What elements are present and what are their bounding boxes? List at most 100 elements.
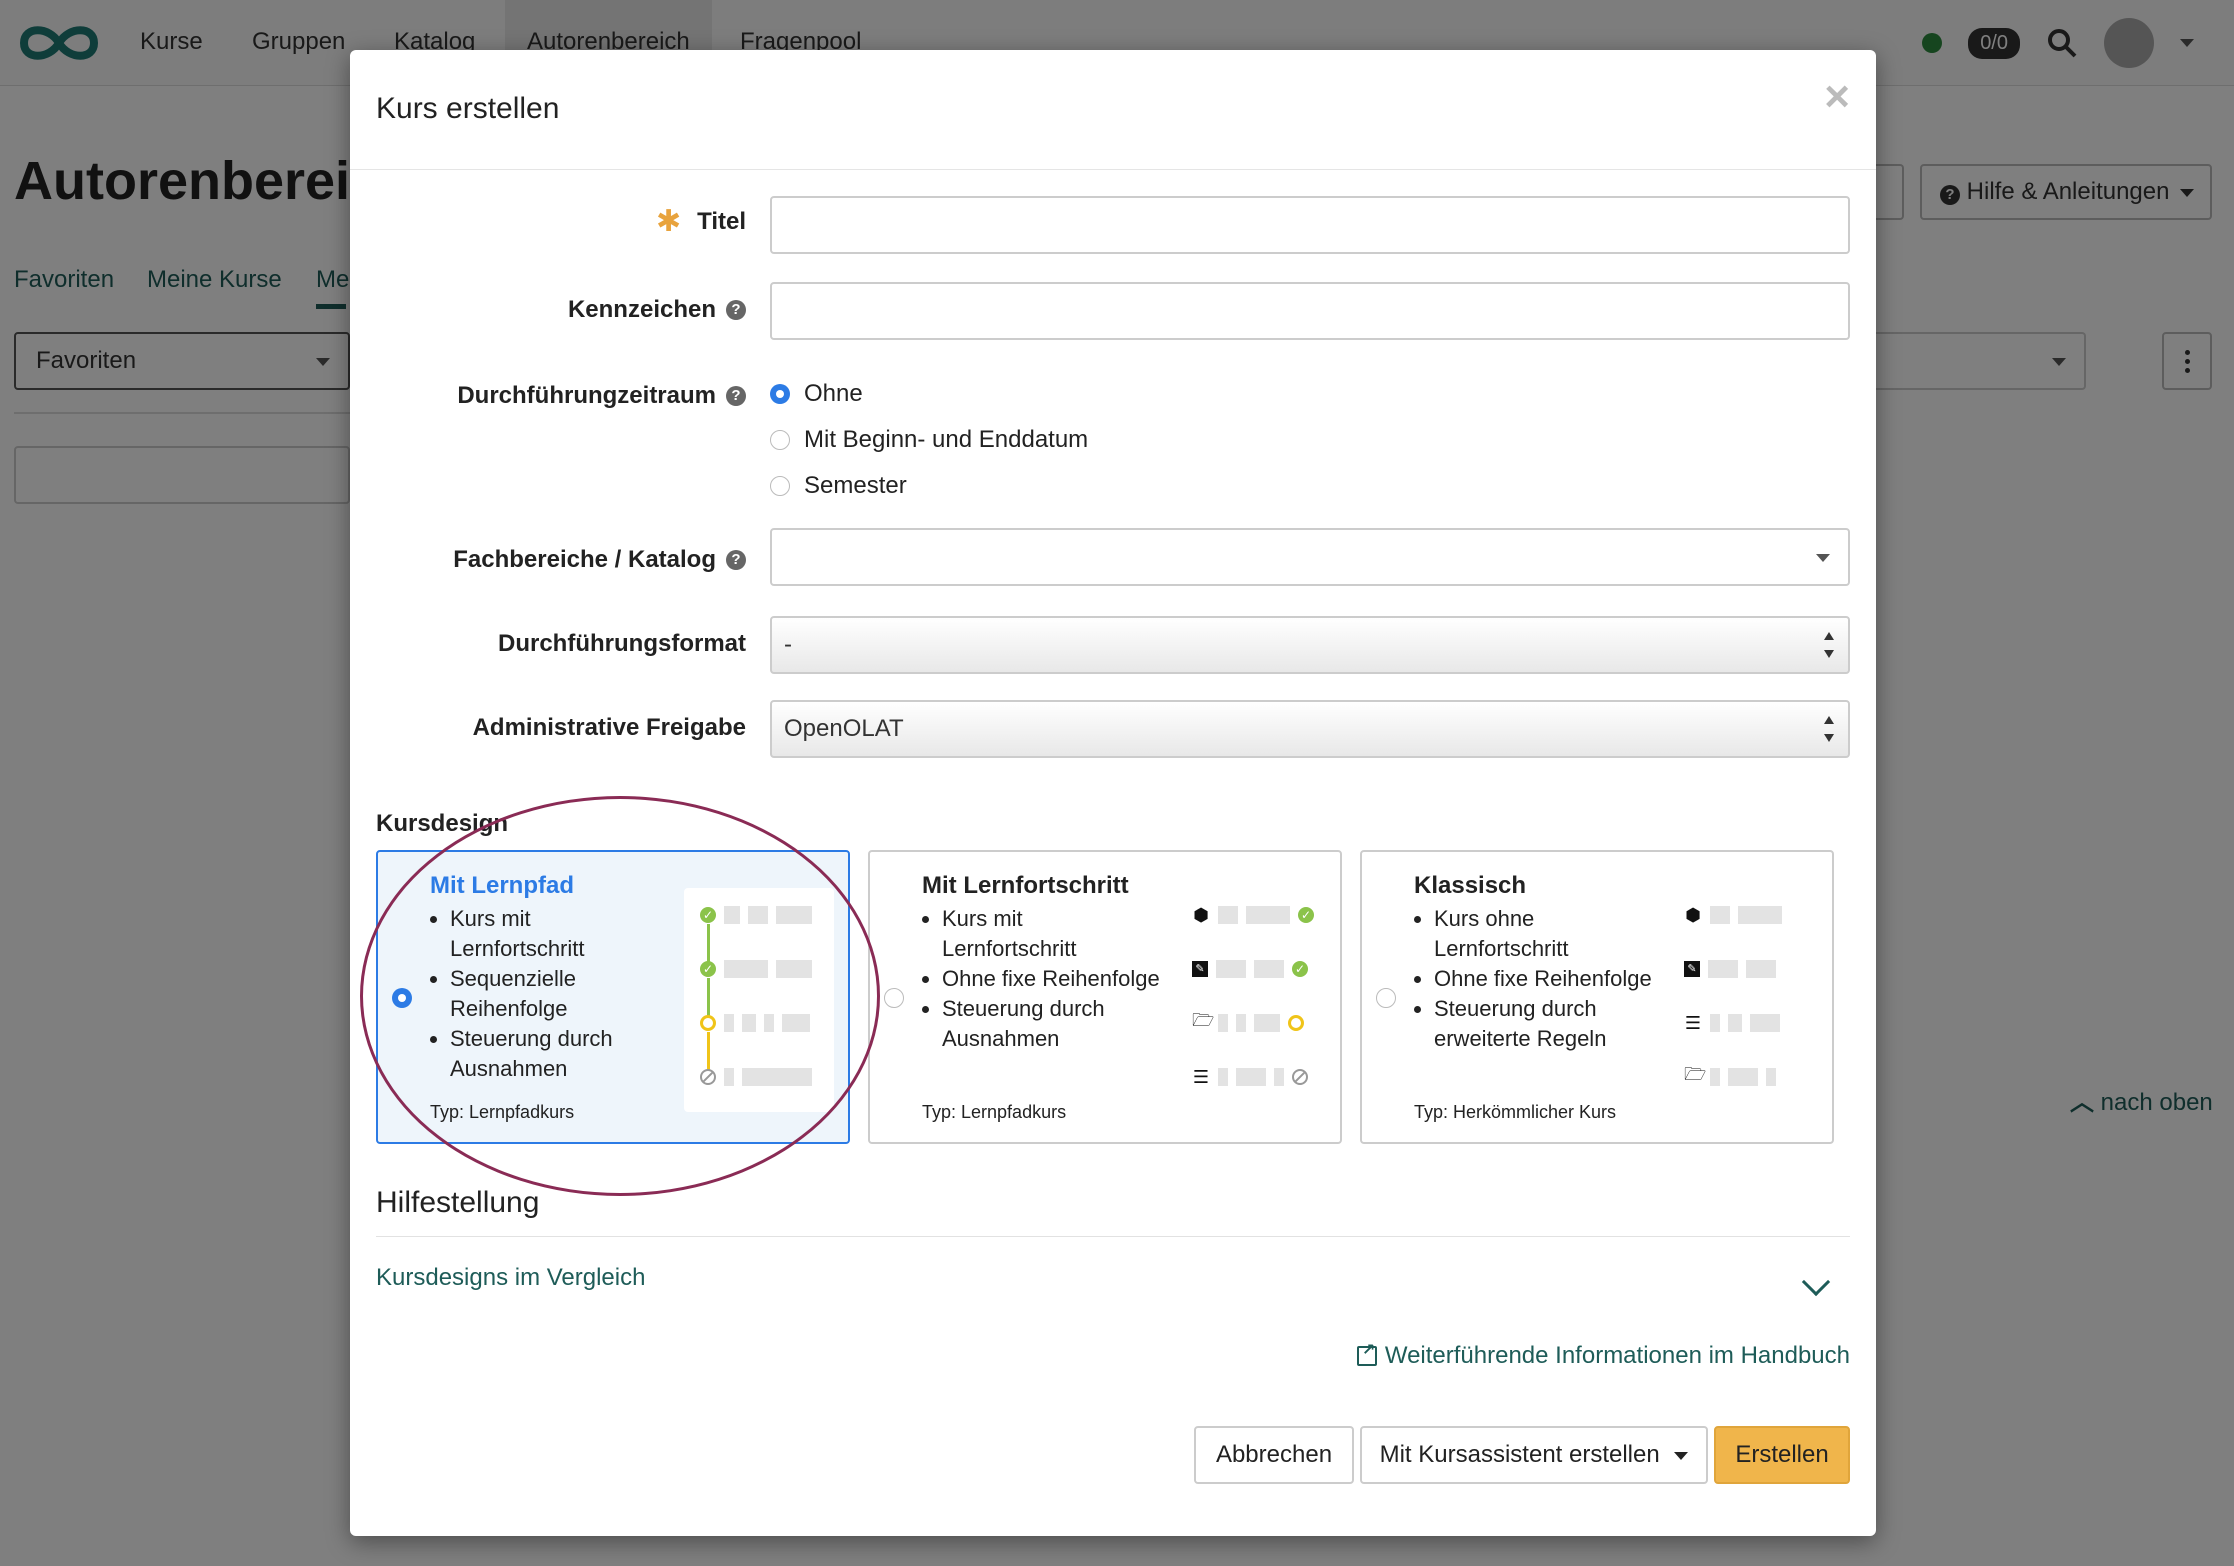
handbuch-link-label: Weiterführende Informationen im Handbuch <box>1384 1342 1850 1369</box>
wizard-create-button[interactable]: Mit Kursassistent erstellen <box>1360 1426 1708 1484</box>
placeholder-block <box>1750 1014 1780 1032</box>
zeitraum-label-text: Durchführungzeitraum <box>457 382 716 409</box>
help-icon[interactable]: ? <box>726 386 746 406</box>
zeitraum-option-beginn-enddatum[interactable]: Mit Beginn- und Enddatum <box>770 426 1088 454</box>
sliders-icon: ☰ <box>1192 1066 1210 1087</box>
classic-course-illustration: ⬢ ✎ ☰ 🗁 <box>1668 888 1818 1112</box>
radio-button[interactable] <box>884 988 904 1008</box>
cube-icon: ⬢ <box>1193 904 1209 925</box>
zeitraum-option-label: Mit Beginn- und Enddatum <box>804 426 1089 453</box>
card-feature: Ohne fixe Reihenfolge <box>1434 964 1654 994</box>
placeholder-block <box>1254 960 1284 978</box>
placeholder-block <box>1708 960 1738 978</box>
placeholder-block <box>1246 906 1290 924</box>
format-select-value: - <box>784 631 792 658</box>
freigabe-select[interactable]: OpenOLAT <box>770 700 1850 758</box>
create-course-dialog: Kurs erstellen × ✱ Titel Kennzeichen ? D… <box>350 50 1876 1536</box>
highlight-ellipse <box>360 796 880 1196</box>
divider <box>376 1236 1850 1237</box>
check-circle-icon: ✓ <box>1292 961 1308 977</box>
illustration-row: 🗁 <box>1192 1010 1304 1034</box>
kennzeichen-label: Kennzeichen ? <box>568 296 746 324</box>
placeholder-block <box>1274 1068 1284 1086</box>
placeholder-block <box>1236 1014 1246 1032</box>
cancel-button[interactable]: Abbrechen <box>1194 1426 1354 1484</box>
placeholder-block <box>1728 1068 1758 1086</box>
radio-button[interactable] <box>1376 988 1396 1008</box>
placeholder-block <box>1218 1014 1228 1032</box>
select-arrows-icon <box>1824 716 1834 742</box>
radio-button[interactable] <box>770 430 790 450</box>
dialog-title: Kurs erstellen <box>376 92 560 125</box>
learning-progress-illustration: ⬢ ✓ ✎ ✓ 🗁 ☰ <box>1176 888 1326 1112</box>
format-select[interactable]: - <box>770 616 1850 674</box>
zeitraum-option-semester[interactable]: Semester <box>770 472 907 500</box>
placeholder-block <box>1710 1014 1720 1032</box>
zeitraum-option-ohne[interactable]: Ohne <box>770 380 863 408</box>
chevron-down-icon <box>1816 554 1830 562</box>
sliders-icon: ☰ <box>1684 1012 1702 1033</box>
illustration-row: ☰ <box>1684 1012 1780 1034</box>
fachbereiche-label-text: Fachbereiche / Katalog <box>453 546 716 573</box>
help-icon[interactable]: ? <box>726 550 746 570</box>
titel-label: ✱ Titel <box>656 204 746 239</box>
zeitraum-option-label: Semester <box>804 472 907 499</box>
placeholder-block <box>1728 1014 1742 1032</box>
wizard-create-button-label: Mit Kursassistent erstellen <box>1379 1441 1660 1468</box>
handbuch-link[interactable]: Weiterführende Informationen im Handbuch <box>1356 1340 1850 1370</box>
fachbereiche-label: Fachbereiche / Katalog ? <box>453 546 746 574</box>
kursdesign-card-lernfortschritt[interactable]: Mit Lernfortschritt Kurs mit Lernfortsch… <box>868 850 1342 1144</box>
chevron-down-icon <box>1674 1451 1689 1460</box>
card-feature-list: Kurs ohne Lernfortschritt Ohne fixe Reih… <box>1434 904 1654 1054</box>
zeitraum-option-label: Ohne <box>804 380 863 407</box>
check-circle-icon: ✓ <box>1298 907 1314 923</box>
radio-button[interactable] <box>770 476 790 496</box>
card-type: Typ: Lernpfadkurs <box>922 1102 1067 1122</box>
illustration-row: ⬢ ✓ <box>1192 904 1314 926</box>
zeitraum-label: Durchführungzeitraum ? <box>457 382 746 410</box>
placeholder-block <box>1236 1068 1266 1086</box>
kursdesign-comparison-accordion[interactable]: Kursdesigns im Vergleich <box>376 1264 645 1292</box>
card-feature: Kurs ohne Lernfortschritt <box>1434 904 1654 964</box>
required-asterisk-icon: ✱ <box>655 205 682 238</box>
card-title: Klassisch <box>1414 872 1527 899</box>
edit-square-icon: ✎ <box>1192 961 1208 977</box>
card-feature: Kurs mit Lernfortschritt <box>942 904 1162 964</box>
dialog-header: Kurs erstellen × <box>350 50 1876 170</box>
format-label: Durchführungsformat <box>498 630 746 658</box>
illustration-row: ⬢ <box>1684 904 1782 926</box>
freigabe-select-value: OpenOLAT <box>784 715 904 742</box>
help-icon[interactable]: ? <box>726 300 746 320</box>
titel-label-text: Titel <box>697 207 746 235</box>
in-progress-circle-icon <box>1288 1015 1304 1031</box>
kennzeichen-label-text: Kennzeichen <box>567 296 716 323</box>
placeholder-block <box>1218 1068 1228 1086</box>
kennzeichen-input[interactable] <box>770 282 1850 340</box>
placeholder-block <box>1746 960 1776 978</box>
placeholder-block <box>1710 1068 1720 1086</box>
card-feature-list: Kurs mit Lernfortschritt Ohne fixe Reihe… <box>942 904 1162 1054</box>
locked-ban-icon <box>1292 1069 1308 1085</box>
hilfe-section-title: Hilfestellung <box>376 1186 540 1219</box>
external-link-icon <box>1356 1340 1377 1366</box>
radio-button[interactable] <box>770 384 790 404</box>
close-icon[interactable]: × <box>1824 72 1850 122</box>
fachbereiche-select[interactable] <box>770 528 1850 586</box>
placeholder-block <box>1710 906 1730 924</box>
format-label-text: Durchführungsformat <box>498 630 746 657</box>
create-button[interactable]: Erstellen <box>1714 1426 1850 1484</box>
select-arrows-icon <box>1824 632 1834 658</box>
freigabe-label: Administrative Freigabe <box>473 714 746 742</box>
illustration-row: 🗁 <box>1684 1064 1776 1088</box>
folder-open-icon: 🗁 <box>1192 1010 1215 1030</box>
edit-square-icon: ✎ <box>1684 961 1700 977</box>
titel-input[interactable] <box>770 196 1850 254</box>
card-feature: Steuerung durch erweiterte Regeln <box>1434 994 1654 1054</box>
illustration-row: ✎ <box>1684 958 1776 980</box>
placeholder-block <box>1218 906 1238 924</box>
placeholder-block <box>1254 1014 1280 1032</box>
card-feature: Ohne fixe Reihenfolge <box>942 964 1162 994</box>
chevron-down-icon[interactable] <box>1801 1267 1831 1297</box>
folder-open-icon: 🗁 <box>1684 1064 1707 1084</box>
kursdesign-card-klassisch[interactable]: Klassisch Kurs ohne Lernfortschritt Ohne… <box>1360 850 1834 1144</box>
